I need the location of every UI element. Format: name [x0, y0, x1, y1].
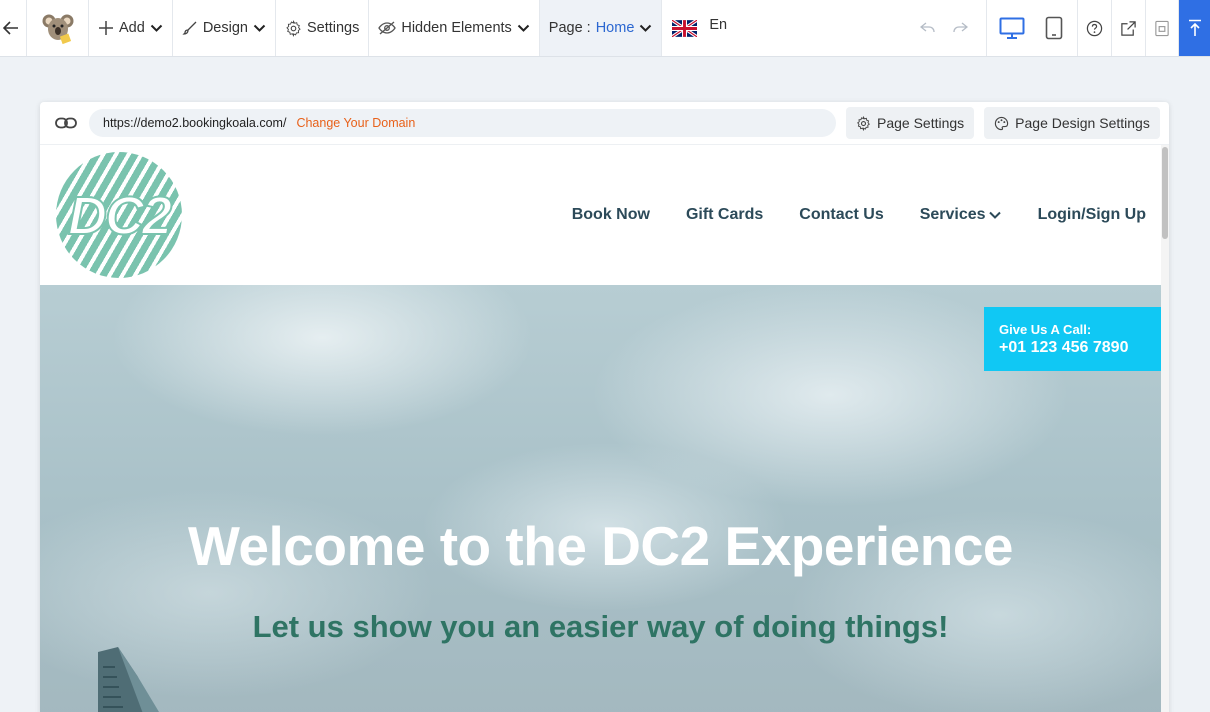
hero-banner: Give Us A Call: +01 123 456 7890 Welcome…	[40, 285, 1169, 712]
site-logo-text: DC2	[67, 185, 173, 247]
page-design-settings-label: Page Design Settings	[1015, 115, 1150, 131]
add-menu[interactable]: Add	[89, 0, 173, 56]
design-menu[interactable]: Design	[173, 0, 276, 56]
palette-icon	[995, 116, 1009, 130]
page-preview-frame: https://demo2.bookingkoala.com/ Change Y…	[40, 102, 1169, 712]
koala-icon	[42, 14, 73, 45]
page-settings-button[interactable]: Page Settings	[846, 107, 975, 139]
add-label: Add	[119, 20, 145, 36]
preview-scrollbar[interactable]	[1161, 145, 1169, 712]
chevron-down-icon	[988, 211, 1001, 219]
page-value: Home	[595, 20, 635, 36]
domain-field: https://demo2.bookingkoala.com/ Change Y…	[89, 109, 836, 137]
redo-icon[interactable]	[952, 22, 968, 34]
settings-label: Settings	[306, 20, 360, 36]
url-bar: https://demo2.bookingkoala.com/ Change Y…	[40, 102, 1169, 145]
gear-icon	[286, 19, 301, 37]
nav-gift-cards[interactable]: Gift Cards	[686, 206, 763, 224]
call-us-number: +01 123 456 7890	[999, 339, 1129, 356]
language-label: En	[709, 17, 728, 33]
scrollbar-thumb[interactable]	[1162, 147, 1168, 239]
design-label: Design	[202, 20, 248, 36]
hidden-elements-label: Hidden Elements	[401, 20, 512, 36]
site-header: DC2 Book Now Gift Cards Contact Us Servi…	[40, 145, 1169, 285]
plus-icon	[99, 21, 113, 35]
nav-contact-us[interactable]: Contact Us	[799, 206, 883, 224]
gear-icon	[857, 115, 870, 131]
call-us-badge[interactable]: Give Us A Call: +01 123 456 7890	[984, 307, 1161, 371]
chevron-down-icon	[150, 24, 163, 32]
page-design-settings-button[interactable]: Page Design Settings	[984, 107, 1160, 139]
help-button[interactable]	[1078, 0, 1112, 56]
device-toggle	[987, 0, 1078, 56]
history-controls	[910, 0, 987, 56]
upload-arrow-icon	[1188, 19, 1201, 36]
nav-book-now[interactable]: Book Now	[572, 206, 650, 224]
eye-off-icon	[378, 21, 397, 35]
domain-url: https://demo2.bookingkoala.com/	[103, 116, 287, 130]
desktop-icon[interactable]	[999, 17, 1025, 39]
save-icon	[1155, 20, 1169, 36]
chevron-down-icon	[253, 24, 266, 32]
preview-button[interactable]	[1112, 0, 1146, 56]
brush-icon	[182, 21, 197, 35]
back-button[interactable]	[0, 0, 27, 56]
settings-menu[interactable]: Settings	[276, 0, 370, 56]
tablet-icon[interactable]	[1045, 16, 1063, 40]
editor-toolbar: Add Design Settings Hidden Elements Page…	[0, 0, 1210, 57]
uk-flag-icon	[672, 19, 698, 37]
link-icon	[55, 117, 77, 129]
external-link-icon	[1121, 20, 1136, 36]
building-silhouette	[98, 647, 159, 712]
save-button[interactable]	[1146, 0, 1179, 56]
hero-title: Welcome to the DC2 Experience	[187, 515, 1014, 577]
language-selector[interactable]: En	[662, 0, 736, 56]
site-logo[interactable]: DC2	[56, 152, 182, 278]
hidden-elements-menu[interactable]: Hidden Elements	[369, 0, 540, 56]
page-prefix: Page :	[548, 20, 591, 36]
nav-services[interactable]: Services	[920, 206, 1002, 224]
hero-subtitle: Let us show you an easier way of doing t…	[252, 609, 949, 644]
undo-icon[interactable]	[920, 22, 936, 34]
change-domain-link[interactable]: Change Your Domain	[296, 116, 415, 130]
arrow-left-icon	[3, 21, 18, 35]
site-nav: Book Now Gift Cards Contact Us Services …	[572, 145, 1146, 285]
publish-button[interactable]	[1179, 0, 1210, 56]
nav-services-label: Services	[919, 206, 986, 223]
question-circle-icon	[1086, 20, 1103, 36]
koala-logo[interactable]	[27, 0, 89, 56]
chevron-down-icon	[640, 24, 652, 32]
page-selector[interactable]: Page : Home	[539, 0, 663, 56]
chevron-down-icon	[517, 24, 529, 32]
call-us-label: Give Us A Call:	[999, 322, 1092, 337]
nav-login-signup[interactable]: Login/Sign Up	[1038, 206, 1146, 224]
page-settings-label: Page Settings	[877, 115, 965, 131]
